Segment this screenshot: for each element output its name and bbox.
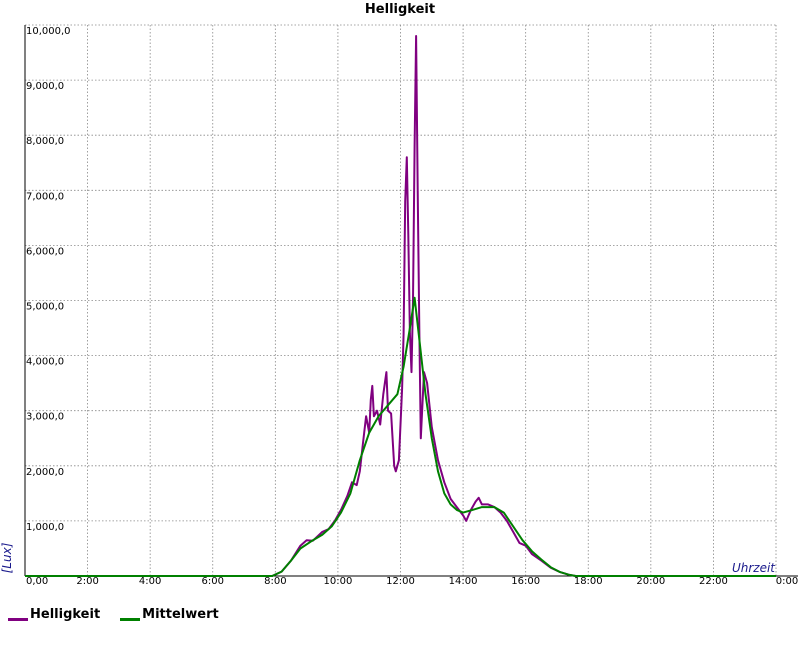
y-tick-label: 8,000,0 (26, 136, 64, 147)
y-tick-labels: 1,000,0 2,000,0 3,000,0 4,000,0 5,000,0 6,000… (26, 26, 71, 533)
y-tick-label: 5,000,0 (26, 302, 64, 313)
legend-swatch-mittelwert (120, 618, 141, 621)
y-tick-label: 4,000,0 (26, 357, 64, 368)
x-tick-label: 12:00 (386, 576, 415, 587)
legend-item-mittelwert: Mittelwert (120, 607, 219, 622)
legend-label-mittelwert: Mittelwert (142, 607, 219, 622)
y-tick-label: 6,000,0 (26, 246, 64, 257)
legend: Helligkeit Mittelwert (8, 607, 219, 622)
x-tick-label: 10:00 (324, 576, 353, 587)
chart-title: Helligkeit (365, 2, 435, 17)
x-tick-label: 6:00 (202, 576, 224, 587)
x-tick-label: 8:00 (264, 576, 286, 587)
x-tick-label: 2:00 (76, 576, 98, 587)
y-tick-label: 10,000,0 (26, 26, 71, 37)
x-tick-label: 22:00 (699, 576, 728, 587)
x-axis-label: Uhrzeit (732, 561, 776, 575)
x-tick-labels: 0,00 2:00 4:00 6:00 8:00 10:00 12:00 14:00 16:00… (26, 576, 798, 587)
legend-label-helligkeit: Helligkeit (30, 607, 101, 622)
legend-swatch-helligkeit (8, 618, 28, 621)
x-tick-label: 0:00 (776, 576, 798, 587)
x-tick-label: 16:00 (511, 576, 540, 587)
legend-item-helligkeit: Helligkeit (8, 607, 100, 622)
grid (24, 24, 777, 577)
y-tick-label: 1,000,0 (26, 522, 64, 533)
x-tick-label: 20:00 (636, 576, 665, 587)
x-tick-label: 0,00 (26, 576, 48, 587)
y-axis-label: [Lux] (0, 542, 14, 573)
x-tick-label: 14:00 (449, 576, 478, 587)
x-tick-label: 18:00 (574, 576, 603, 587)
y-tick-label: 7,000,0 (26, 191, 64, 202)
chart: Helligkeit 1,000,0 2,000,0 3,000,0 4,000,0 5… (0, 2, 798, 587)
y-tick-label: 3,000,0 (26, 412, 64, 423)
y-tick-label: 2,000,0 (26, 467, 64, 478)
y-tick-label: 9,000,0 (26, 81, 64, 92)
x-tick-label: 4:00 (139, 576, 161, 587)
